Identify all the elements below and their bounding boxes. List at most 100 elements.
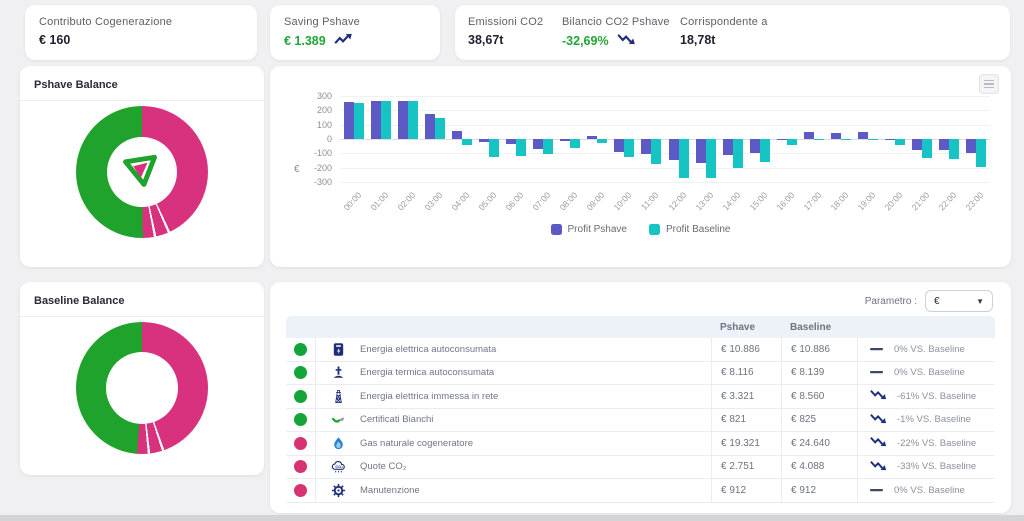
bar-baseline-00:00[interactable] — [354, 103, 364, 139]
bar-baseline-15:00[interactable] — [760, 139, 770, 162]
kpi-card-contributo: Contributo Cogenerazione € 160 — [25, 5, 257, 60]
bar-baseline-17:00[interactable] — [814, 139, 824, 140]
row-baseline-value: € 10.886 — [781, 338, 857, 361]
bar-baseline-23:00[interactable] — [976, 139, 986, 167]
bar-pshave-08:00[interactable] — [560, 139, 570, 141]
pshave-balance-title: Pshave Balance — [20, 66, 264, 101]
bar-pshave-22:00[interactable] — [939, 139, 949, 150]
bar-pshave-12:00[interactable] — [669, 139, 679, 160]
bar-pshave-04:00[interactable] — [452, 131, 462, 139]
chart-menu-icon[interactable] — [979, 74, 999, 94]
bar-baseline-08:00[interactable] — [570, 139, 580, 148]
legend-swatch — [551, 224, 562, 235]
bar-baseline-22:00[interactable] — [949, 139, 959, 159]
bar-pshave-20:00[interactable] — [885, 139, 895, 140]
bar-pshave-14:00[interactable] — [723, 139, 733, 155]
tower-icon — [316, 389, 360, 404]
bar-baseline-12:00[interactable] — [679, 139, 689, 178]
row-label: Gas naturale cogeneratore — [360, 438, 711, 449]
bar-baseline-01:00[interactable] — [381, 101, 391, 139]
y-tick-label: -100 — [302, 148, 332, 158]
bar-baseline-14:00[interactable] — [733, 139, 743, 168]
meter-icon — [316, 342, 360, 357]
x-tick-label: 09:00 — [576, 190, 607, 222]
bar-pshave-10:00[interactable] — [614, 139, 624, 152]
kpi-label: Contributo Cogenerazione — [39, 16, 243, 28]
legend-item[interactable]: Profit Baseline — [649, 224, 730, 235]
bar-pshave-16:00[interactable] — [777, 139, 787, 140]
x-tick-label: 07:00 — [522, 190, 553, 222]
kpi-label: Emissioni CO2 — [468, 16, 543, 28]
bar-baseline-21:00[interactable] — [922, 139, 932, 158]
bar-baseline-18:00[interactable] — [841, 139, 851, 140]
bar-baseline-16:00[interactable] — [787, 139, 797, 145]
chart-legend: Profit Pshave Profit Baseline — [270, 224, 1011, 235]
bar-pshave-18:00[interactable] — [831, 133, 841, 139]
kpi-card-co2: Emissioni CO2 38,67t Bilancio CO2 Pshave… — [455, 5, 1010, 60]
trend-down-icon — [870, 389, 887, 403]
bar-pshave-19:00[interactable] — [858, 132, 868, 139]
legend-item[interactable]: Profit Pshave — [551, 224, 627, 235]
bar-pshave-23:00[interactable] — [966, 139, 976, 153]
row-label: Energia termica autoconsumata — [360, 367, 711, 378]
pshave-balance-donut[interactable] — [76, 106, 208, 238]
row-pshave-value: € 912 — [711, 479, 781, 502]
trend-down-icon — [870, 436, 887, 450]
bar-baseline-10:00[interactable] — [624, 139, 634, 157]
bar-baseline-19:00[interactable] — [868, 139, 878, 140]
bar-pshave-02:00[interactable] — [398, 101, 408, 139]
bar-pshave-03:00[interactable] — [425, 114, 435, 139]
bar-baseline-05:00[interactable] — [489, 139, 499, 157]
bar-pshave-09:00[interactable] — [587, 136, 597, 139]
bar-pshave-00:00[interactable] — [344, 102, 354, 139]
flame-icon — [316, 436, 360, 451]
parametro-value: € — [934, 296, 940, 307]
legend-label: Profit Baseline — [666, 224, 730, 235]
bar-baseline-13:00[interactable] — [706, 139, 716, 178]
bar-pshave-21:00[interactable] — [912, 139, 922, 150]
x-tick-label: 08:00 — [549, 190, 580, 222]
gridline — [340, 168, 990, 169]
baseline-balance-donut[interactable] — [76, 322, 208, 454]
bar-pshave-07:00[interactable] — [533, 139, 543, 149]
bar-pshave-05:00[interactable] — [479, 139, 489, 142]
brand-logo-icon — [118, 149, 166, 195]
bar-chart-plot: 3002001000-100-200-30000:0001:0002:0003:… — [340, 96, 990, 182]
bar-pshave-01:00[interactable] — [371, 101, 381, 139]
bar-baseline-02:00[interactable] — [408, 101, 418, 139]
y-tick-label: -300 — [302, 177, 332, 187]
row-indicator-dot — [294, 413, 307, 426]
row-pshave-value: € 821 — [711, 409, 781, 432]
bar-baseline-11:00[interactable] — [651, 139, 661, 164]
bar-pshave-11:00[interactable] — [641, 139, 651, 154]
cloud-co2-icon: CO₂ — [316, 459, 360, 474]
parametro-select[interactable]: € ▼ — [925, 290, 993, 312]
row-vs-baseline: -22% VS. Baseline — [897, 438, 976, 449]
y-tick-label: 0 — [302, 134, 332, 144]
bar-pshave-17:00[interactable] — [804, 132, 814, 139]
x-tick-label: 03:00 — [414, 190, 445, 222]
bar-baseline-20:00[interactable] — [895, 139, 905, 145]
x-tick-label: 11:00 — [630, 190, 661, 222]
bar-baseline-07:00[interactable] — [543, 139, 553, 154]
kpi-value: 18,78t — [680, 33, 768, 47]
x-tick-label: 10:00 — [603, 190, 634, 222]
row-pshave-value: € 3.321 — [711, 385, 781, 408]
row-vs-baseline: 0% VS. Baseline — [894, 367, 965, 378]
row-label: Energia elettrica autoconsumata — [360, 344, 711, 355]
leaf-icon — [316, 412, 360, 427]
bar-pshave-13:00[interactable] — [696, 139, 706, 163]
row-pshave-value: € 19.321 — [711, 432, 781, 455]
bar-baseline-06:00[interactable] — [516, 139, 526, 156]
trend-up-icon — [334, 33, 353, 48]
baseline-balance-card: Baseline Balance — [20, 282, 264, 475]
row-label: Certificati Bianchi — [360, 414, 711, 425]
bar-pshave-15:00[interactable] — [750, 139, 760, 153]
gear-icon — [316, 483, 360, 498]
bar-baseline-09:00[interactable] — [597, 139, 607, 143]
bar-pshave-06:00[interactable] — [506, 139, 516, 144]
bar-baseline-04:00[interactable] — [462, 139, 472, 145]
y-axis-label: € — [294, 164, 300, 175]
bar-baseline-03:00[interactable] — [435, 118, 445, 139]
row-label: Quote CO₂ — [360, 461, 711, 472]
